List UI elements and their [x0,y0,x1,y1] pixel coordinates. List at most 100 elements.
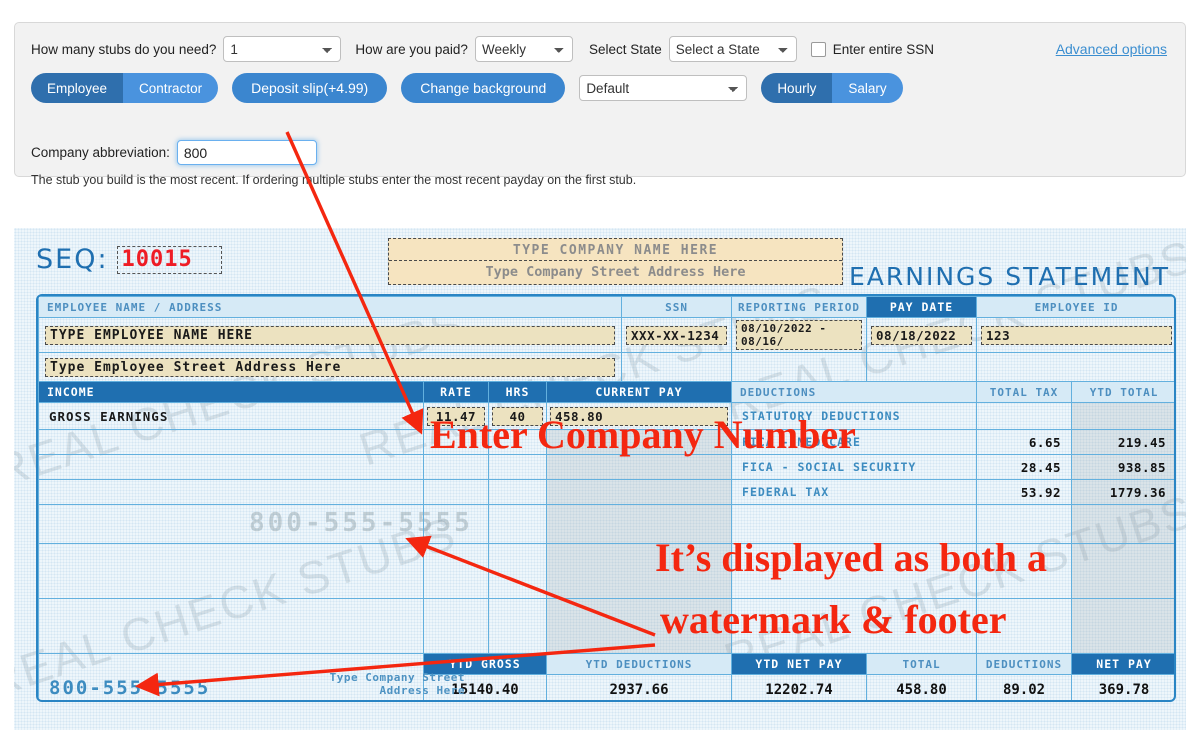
income-blank-cell [38,479,424,505]
spacer-cell [976,402,1073,430]
deduction-ytd-total: 1779.36 [1071,479,1174,505]
paydate-header-cell: PAY DATE [866,296,978,318]
totals-header-cell: YTD DEDUCTIONS [545,653,733,675]
deduction-blank-cell [976,598,1073,654]
table-row: TYPE EMPLOYEE NAME HERE XXX-XX-1234 08/1… [38,317,1174,353]
employee-id-cell[interactable]: 123 [976,317,1174,353]
current-pay-header-cell: CURRENT PAY [545,381,733,403]
company-info-box[interactable]: TYPE COMPANY NAME HERE Type Company Stre… [388,238,843,285]
spacer-cell [731,352,868,382]
ytd-total-header-cell: YTD TOTAL [1071,381,1174,403]
table-row: FICA - MEDICARE 6.65 219.45 [38,429,1174,455]
employee-address-cell[interactable]: Type Employee Street Address Here [38,352,623,382]
paydate-field[interactable]: 08/18/2022 [871,325,973,345]
tab-contractor[interactable]: Contractor [123,73,219,103]
spacer-cell [976,352,1174,382]
deduction-ytd-total: 219.45 [1071,429,1174,455]
period-header-cell: REPORTING PERIOD [731,296,868,318]
income-blank-cell [423,543,489,599]
gross-current-pay-field[interactable]: 458.80 [550,406,729,426]
period-field[interactable]: 08/10/2022 - 08/16/ [736,320,863,350]
footer-address-line-1: Type Company Street [329,671,465,684]
income-blank-cell [38,504,424,544]
totals-value-cell: 369.78 [1071,674,1174,700]
deduction-blank-cell [1071,504,1174,544]
table-row [38,598,1174,654]
deduction-blank-cell [1071,598,1174,654]
gross-rate-cell[interactable]: 11.47 [423,402,489,430]
ssn-field[interactable]: XXX-XX-1234 [626,325,728,345]
income-blank-cell [545,454,733,480]
employee-contractor-toggle[interactable]: Employee Contractor [31,73,219,103]
employee-name-field[interactable]: TYPE EMPLOYEE NAME HERE [45,325,616,345]
gross-earnings-label: GROSS EARNINGS [38,402,424,430]
totals-value-cell: 89.02 [976,674,1073,700]
footer-company-cell: 800-555-5555 Type Company Street Address… [38,653,465,700]
state-label: Select State [588,41,662,57]
income-blank-cell [488,504,547,544]
form-hint-text: The stub you build is the most recent. I… [31,173,637,187]
totals-header-cell: NET PAY [1071,653,1174,675]
deduction-blank-cell [731,543,978,599]
enter-entire-ssn-checkbox-wrap[interactable]: Enter entire SSN [810,41,934,57]
sequence-number: SEQ: 10015 [36,244,222,275]
company-address-field[interactable]: Type Company Street Address Here [389,261,842,284]
income-blank-cell [38,454,424,480]
table-row: INCOME RATE HRS CURRENT PAY DEDUCTIONS T… [38,381,1174,403]
state-select[interactable]: Select a State [668,36,797,62]
company-abbreviation-input[interactable] [176,140,317,165]
company-name-field[interactable]: TYPE COMPANY NAME HERE [389,239,842,261]
gross-hrs-cell[interactable]: 40 [488,402,547,430]
sequence-value[interactable]: 10015 [116,245,222,274]
pay-frequency-select[interactable]: Weekly [474,36,573,62]
stubs-count-select[interactable]: 1 [223,36,342,62]
employee-id-header-cell: EMPLOYEE ID [976,296,1174,318]
gross-current-pay-cell[interactable]: 458.80 [545,402,733,430]
employee-name-cell[interactable]: TYPE EMPLOYEE NAME HERE [38,317,623,353]
footer-company-address: Type Company Street Address Here [275,671,465,697]
stubs-count-label: How many stubs do you need? [31,41,217,57]
advanced-options-link[interactable]: Advanced options [1056,41,1167,57]
gross-rate-field[interactable]: 11.47 [427,406,485,426]
totals-header-cell: TOTAL [866,653,978,675]
totals-header-cell: YTD NET PAY [731,653,868,675]
tab-hourly[interactable]: Hourly [761,73,833,103]
income-blank-cell [38,598,424,654]
deduction-label: FICA - MEDICARE [731,429,978,455]
income-blank-cell [545,429,733,455]
totals-value-cell: 2937.66 [545,674,733,700]
company-abbreviation-label: Company abbreviation: [31,145,170,160]
checkbox-icon[interactable] [810,41,826,57]
change-background-button[interactable]: Change background [401,73,566,103]
table-row: Type Employee Street Address Here [38,352,1174,382]
spacer-cell [621,352,733,382]
deductions-header-cell: DEDUCTIONS [731,381,978,403]
footer-phone-number: 800-555-5555 [49,677,211,699]
deduction-total-tax: 6.65 [976,429,1073,455]
hourly-salary-toggle[interactable]: Hourly Salary [761,73,903,103]
income-blank-cell [488,454,547,480]
paydate-cell[interactable]: 08/18/2022 [866,317,978,353]
deduction-blank-cell [1071,543,1174,599]
hrs-header-cell: HRS [488,381,547,403]
deduction-label: FEDERAL TAX [731,479,978,505]
income-blank-cell [488,479,547,505]
totals-value-cell: 12202.74 [731,674,868,700]
tab-employee[interactable]: Employee [31,73,124,103]
period-cell[interactable]: 08/10/2022 - 08/16/ [731,317,868,353]
earnings-statement-title: EARNINGS STATEMENT [849,262,1170,291]
income-blank-cell [488,598,547,654]
tab-salary[interactable]: Salary [832,73,903,103]
income-blank-cell [545,598,733,654]
deduction-total-tax: 53.92 [976,479,1073,505]
income-blank-cell [545,504,733,544]
employee-address-field[interactable]: Type Employee Street Address Here [45,357,616,377]
employee-id-field[interactable]: 123 [981,325,1173,345]
ssn-cell[interactable]: XXX-XX-1234 [621,317,733,353]
deposit-slip-button[interactable]: Deposit slip(+4.99) [232,73,388,103]
company-abbreviation-row: Company abbreviation: [31,140,317,165]
table-row [38,504,1174,544]
rate-header-cell: RATE [423,381,489,403]
gross-hrs-field[interactable]: 40 [492,406,543,426]
background-select[interactable]: Default [579,75,748,101]
